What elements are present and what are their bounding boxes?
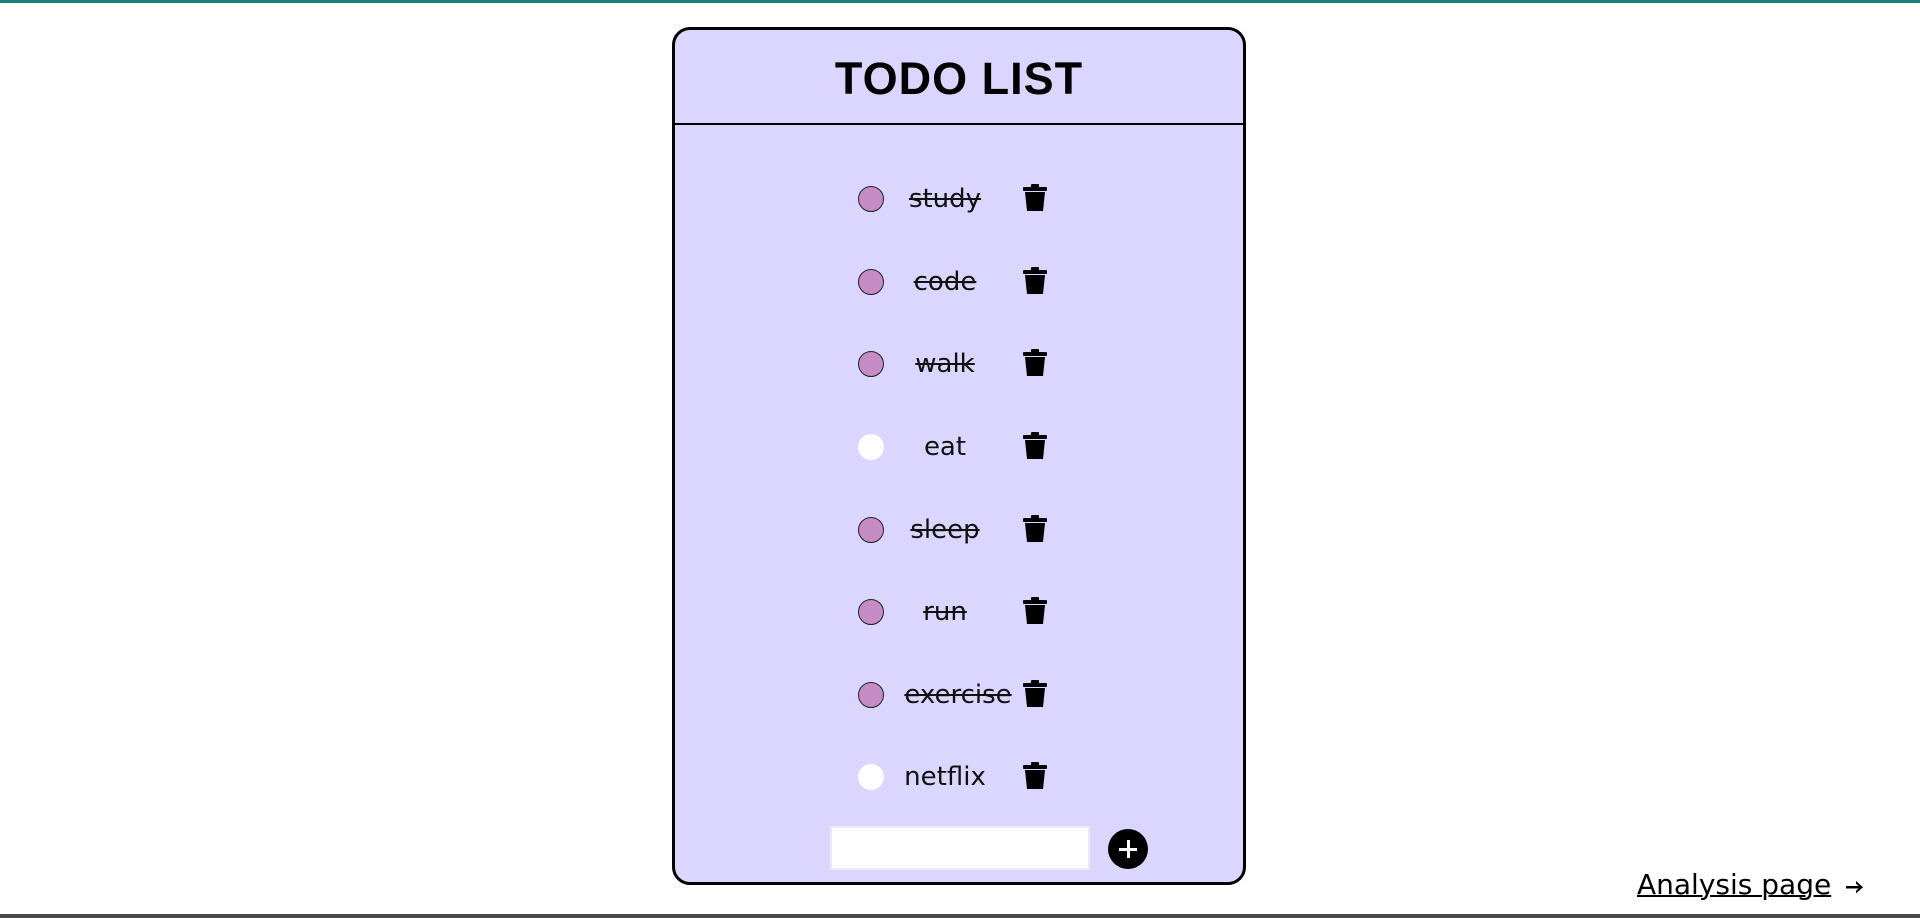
complete-toggle[interactable] [858, 764, 884, 790]
complete-toggle[interactable] [858, 351, 884, 377]
todo-item: run [675, 593, 1243, 633]
analysis-link-label: Analysis page [1637, 868, 1832, 901]
todo-label: exercise [904, 680, 1012, 710]
todo-label: sleep [910, 515, 980, 545]
todo-card: TODO LIST study code walk eat sleep run … [672, 27, 1246, 885]
trash-icon[interactable] [1023, 515, 1047, 543]
card-header: TODO LIST [675, 30, 1243, 125]
todo-label: run [923, 597, 967, 627]
add-todo-button[interactable] [1108, 829, 1148, 869]
trash-icon[interactable] [1023, 680, 1047, 708]
trash-icon[interactable] [1023, 762, 1047, 790]
plus-icon [1119, 840, 1137, 858]
complete-toggle[interactable] [858, 269, 884, 295]
todo-item: code [675, 263, 1243, 303]
trash-icon[interactable] [1023, 267, 1047, 295]
complete-toggle[interactable] [858, 682, 884, 708]
complete-toggle[interactable] [858, 186, 884, 212]
todo-item: eat [675, 428, 1243, 468]
add-todo-row [675, 826, 1243, 874]
todo-label: eat [923, 432, 967, 462]
page-title: TODO LIST [834, 52, 1084, 104]
complete-toggle[interactable] [858, 434, 884, 460]
complete-toggle[interactable] [858, 599, 884, 625]
trash-icon[interactable] [1023, 597, 1047, 625]
todo-label: walk [915, 349, 975, 379]
trash-icon[interactable] [1023, 349, 1047, 377]
trash-icon[interactable] [1023, 184, 1047, 212]
todo-item: study [675, 180, 1243, 220]
new-todo-input[interactable] [830, 826, 1090, 870]
todo-label: code [913, 267, 977, 297]
analysis-page-link[interactable]: Analysis page [1637, 868, 1865, 902]
bottom-bar [0, 914, 1920, 918]
todo-label: netflix [904, 762, 986, 792]
todo-item: netflix [675, 758, 1243, 798]
complete-toggle[interactable] [858, 517, 884, 543]
todo-item: exercise [675, 676, 1243, 716]
todo-item: walk [675, 345, 1243, 385]
trash-icon[interactable] [1023, 432, 1047, 460]
todo-label: study [908, 184, 982, 214]
top-accent-bar [0, 0, 1920, 3]
arrow-right-icon [1846, 881, 1864, 894]
todo-item: sleep [675, 511, 1243, 551]
